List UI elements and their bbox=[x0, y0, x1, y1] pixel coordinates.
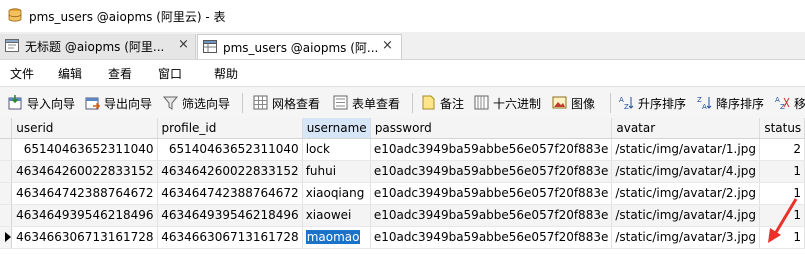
cell-profile-id[interactable]: 463464939546218496 bbox=[157, 204, 303, 227]
cell-username[interactable]: maomao bbox=[302, 226, 371, 249]
tab-label: pms_users @aiopms (阿... bbox=[223, 41, 379, 55]
data-grid: userid profile_id username password avat… bbox=[0, 118, 805, 254]
cell-userid[interactable]: 463466306713161728 bbox=[11, 226, 158, 249]
menu-view[interactable]: 查看 bbox=[108, 65, 132, 82]
tab-bar: 无标题 @aiopms (阿里... × pms_users @aiopms (… bbox=[0, 32, 805, 60]
toolbar: 导入向导 导出向导 筛选向导 网格查看 表单查看 备注 十六进制 图像 A Z … bbox=[0, 86, 805, 119]
memo-icon bbox=[422, 95, 435, 110]
column-header-userid[interactable]: userid bbox=[11, 118, 158, 139]
cell-username[interactable]: xiaowei bbox=[302, 204, 371, 227]
title-bar: pms_users @aiopms (阿里云) - 表 bbox=[0, 0, 805, 32]
column-header-password[interactable]: password bbox=[370, 118, 613, 139]
column-header-profile-id[interactable]: profile_id bbox=[157, 118, 303, 139]
toolbar-separator bbox=[412, 93, 413, 113]
svg-text:A: A bbox=[702, 103, 707, 110]
current-row-arrow-icon bbox=[5, 232, 11, 242]
cell-avatar[interactable]: /static/img/avatar/2.jpg bbox=[611, 182, 761, 205]
menu-bar: 文件 编辑 查看 窗口 帮助 bbox=[0, 60, 805, 85]
menu-help[interactable]: 帮助 bbox=[214, 65, 238, 82]
row-header[interactable] bbox=[0, 182, 13, 205]
cell-profile-id[interactable]: 463464742388764672 bbox=[157, 182, 303, 205]
grid-icon bbox=[253, 95, 268, 110]
remove-sort-icon: A Z bbox=[775, 96, 790, 110]
table-row[interactable]: 65140463652311040 65140463652311040 lock… bbox=[0, 138, 805, 161]
cell-avatar[interactable]: /static/img/avatar/4.jpg bbox=[611, 160, 761, 183]
cell-username[interactable]: lock bbox=[302, 138, 371, 161]
cell-userid[interactable]: 463464939546218496 bbox=[11, 204, 158, 227]
cell-status[interactable]: 1 bbox=[759, 160, 805, 183]
export-label: 导出向导 bbox=[104, 97, 153, 111]
hex-icon bbox=[474, 95, 489, 110]
window-title: pms_users @aiopms (阿里云) - 表 bbox=[29, 10, 226, 24]
cell-password[interactable]: e10adc3949ba59abbe56e057f20f883e bbox=[370, 160, 613, 183]
cell-userid[interactable]: 463464260022833152 bbox=[11, 160, 158, 183]
cell-profile-id[interactable]: 463464260022833152 bbox=[157, 160, 303, 183]
header-row: userid profile_id username password avat… bbox=[0, 118, 805, 139]
tab-pms-users[interactable]: pms_users @aiopms (阿... × bbox=[197, 34, 402, 59]
row-header[interactable] bbox=[0, 204, 13, 227]
cell-profile-id[interactable]: 463466306713161728 bbox=[157, 226, 303, 249]
cell-avatar[interactable]: /static/img/avatar/1.jpg bbox=[611, 138, 761, 161]
tab-untitled-query[interactable]: 无标题 @aiopms (阿里... × bbox=[0, 34, 196, 59]
table-row[interactable]: 463464939546218496 463464939546218496 xi… bbox=[0, 204, 805, 227]
svg-text:Z: Z bbox=[624, 103, 629, 110]
cell-username[interactable]: xiaoqiang bbox=[302, 182, 371, 205]
cell-password[interactable]: e10adc3949ba59abbe56e057f20f883e bbox=[370, 138, 613, 161]
row-header[interactable] bbox=[0, 226, 13, 249]
table-row[interactable]: 463466306713161728 463466306713161728 ma… bbox=[0, 226, 805, 249]
menu-file[interactable]: 文件 bbox=[10, 65, 34, 82]
column-header-avatar[interactable]: avatar bbox=[611, 118, 761, 139]
cell-password[interactable]: e10adc3949ba59abbe56e057f20f883e bbox=[370, 204, 613, 227]
hex-label: 十六进制 bbox=[493, 97, 542, 111]
cell-userid[interactable]: 463464742388764672 bbox=[11, 182, 158, 205]
import-label: 导入向导 bbox=[27, 97, 76, 111]
row-header-corner bbox=[0, 118, 13, 139]
toolbar-separator bbox=[610, 93, 611, 113]
filter-label: 筛选向导 bbox=[182, 97, 231, 111]
table-row[interactable]: 463464742388764672 463464742388764672 xi… bbox=[0, 182, 805, 205]
export-icon bbox=[85, 97, 100, 110]
toolbar-separator bbox=[242, 93, 243, 113]
query-icon bbox=[5, 39, 19, 52]
close-icon[interactable]: × bbox=[178, 37, 189, 52]
sort-asc-label: 升序排序 bbox=[638, 97, 687, 111]
column-header-status[interactable]: status bbox=[759, 118, 805, 139]
form-view-label: 表单查看 bbox=[352, 97, 401, 111]
row-header[interactable] bbox=[0, 160, 13, 183]
grid-view-label: 网格查看 bbox=[272, 97, 321, 111]
table-app-icon bbox=[8, 8, 22, 22]
column-header-username[interactable]: username bbox=[302, 118, 371, 139]
image-icon bbox=[552, 96, 567, 109]
import-icon bbox=[8, 95, 22, 110]
tab-label: 无标题 @aiopms (阿里... bbox=[25, 40, 165, 54]
selected-cell-text[interactable]: maomao bbox=[305, 230, 361, 244]
table-row[interactable]: 463464260022833152 463464260022833152 fu… bbox=[0, 160, 805, 183]
sort-asc-icon: A Z bbox=[619, 96, 634, 110]
form-icon bbox=[333, 95, 348, 110]
cell-avatar[interactable]: /static/img/avatar/3.jpg bbox=[611, 226, 761, 249]
cell-profile-id[interactable]: 65140463652311040 bbox=[157, 138, 303, 161]
row-header[interactable] bbox=[0, 138, 13, 161]
cell-password[interactable]: e10adc3949ba59abbe56e057f20f883e bbox=[370, 226, 613, 249]
sort-desc-label: 降序排序 bbox=[716, 97, 765, 111]
table-icon bbox=[203, 40, 217, 53]
image-label: 图像 bbox=[571, 97, 596, 111]
cell-userid[interactable]: 65140463652311040 bbox=[11, 138, 158, 161]
sort-desc-icon: Z A bbox=[697, 96, 712, 110]
cell-username[interactable]: fuhui bbox=[302, 160, 371, 183]
annotation-arrow-icon bbox=[768, 198, 798, 243]
cell-password[interactable]: e10adc3949ba59abbe56e057f20f883e bbox=[370, 182, 613, 205]
cell-avatar[interactable]: /static/img/avatar/4.jpg bbox=[611, 204, 761, 227]
menu-edit[interactable]: 编辑 bbox=[58, 65, 82, 82]
menu-window[interactable]: 窗口 bbox=[158, 65, 182, 82]
records-table: userid profile_id username password avat… bbox=[0, 118, 805, 249]
cell-status[interactable]: 2 bbox=[759, 138, 805, 161]
filter-icon bbox=[163, 96, 178, 110]
memo-label: 备注 bbox=[440, 97, 465, 111]
remove-sort-label: 移 bbox=[794, 97, 805, 111]
close-icon[interactable]: × bbox=[382, 38, 393, 53]
